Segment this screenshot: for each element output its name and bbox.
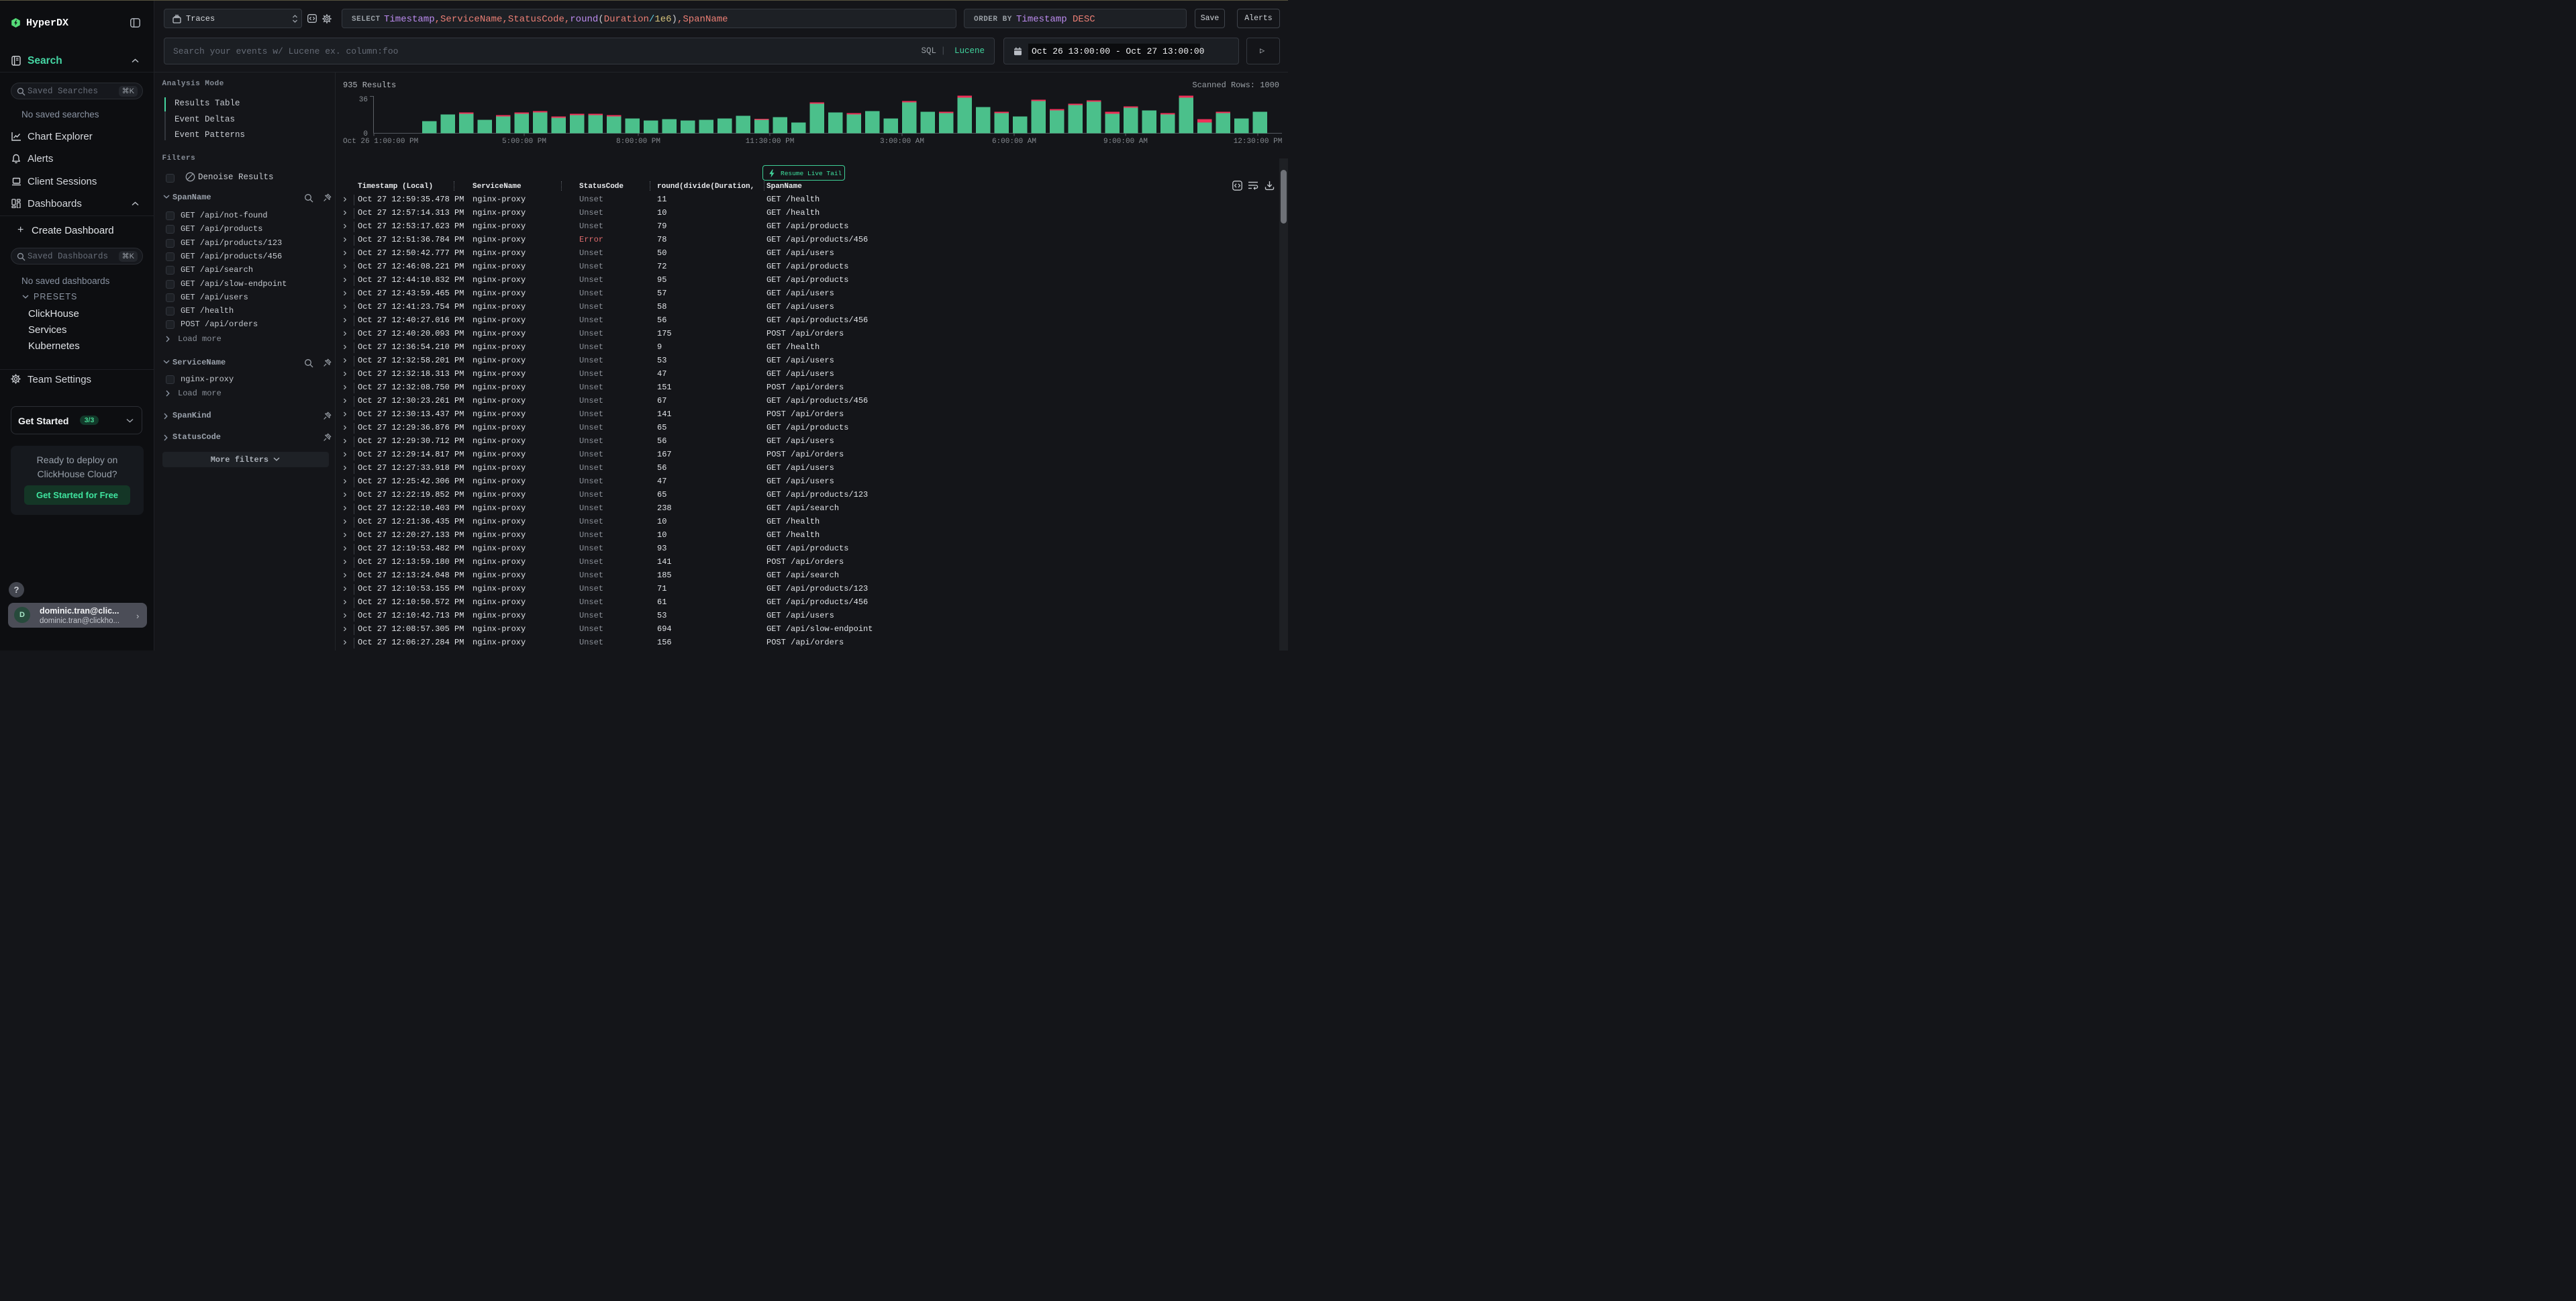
svg-text:36: 36: [359, 96, 368, 104]
